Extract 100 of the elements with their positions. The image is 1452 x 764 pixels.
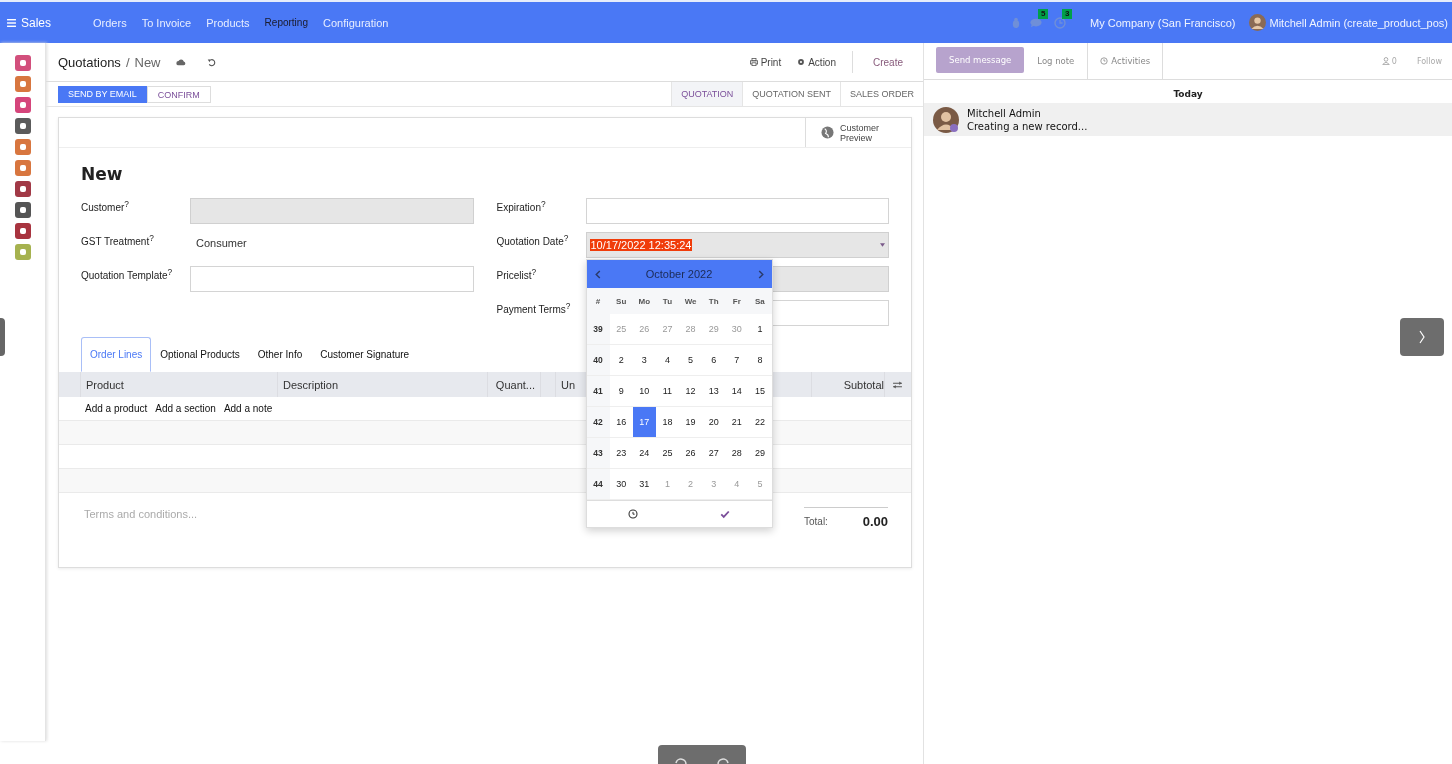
previous-month-icon[interactable] [594,269,601,279]
undo-icon[interactable] [206,57,216,67]
field-label: Quotation Date$^{?}$ [496,232,570,248]
notebook-tab[interactable]: Customer Signature [311,337,419,372]
calendar-day[interactable]: 24 [632,438,656,469]
status-stage[interactable]: QUOTATION [671,82,743,106]
column-header[interactable]: Subtotal [811,372,885,397]
calendar-day[interactable]: 1 [748,314,772,345]
calendar-day[interactable]: 14 [725,376,749,407]
status-stage[interactable]: SALES ORDER [839,82,923,106]
menu-icon[interactable] [7,18,16,27]
app-icon[interactable] [14,160,31,176]
calendar-day[interactable]: 11 [655,376,679,407]
clock-icon[interactable] [627,509,638,519]
add-line-link[interactable]: Add a note [223,403,273,414]
menu-item[interactable]: Products [206,16,250,29]
calendar-day[interactable]: 6 [702,345,726,376]
calendar-day[interactable]: 12 [679,376,703,407]
app-icon[interactable] [14,76,31,92]
total-amount: 0.00 [862,513,888,529]
app-icon[interactable] [14,55,31,71]
week-number: 44 [586,469,610,500]
calendar-day[interactable]: 18 [655,407,679,438]
next-month-icon[interactable] [757,269,764,279]
field-value: Consumer [195,236,247,249]
menu-item[interactable]: Orders [93,16,127,29]
column-header[interactable]: Description [278,372,488,397]
action-button[interactable]: Action [797,56,836,68]
calendar-day[interactable]: 28 [725,438,749,469]
calendar-day[interactable]: 5 [679,345,703,376]
add-line-link[interactable]: Add a section [155,403,216,414]
side-handle[interactable] [0,318,5,356]
calendar-day[interactable]: 3 [632,345,656,376]
week-number: 41 [586,376,610,407]
print-button[interactable]: Print [749,56,782,68]
status-stage[interactable]: QUOTATION SENT [742,82,840,106]
calendar-day[interactable]: 15 [748,376,772,407]
input-field[interactable] [190,266,474,292]
app-icon[interactable] [14,139,31,155]
calendar-day[interactable]: 23 [609,438,633,469]
calendar-day[interactable]: 25 [655,438,679,469]
cloud-icon[interactable] [175,58,186,66]
column-settings-icon[interactable] [893,380,902,389]
calendar-day[interactable]: 31 [632,469,656,500]
weekday-header: Th [702,288,726,314]
dropdown-caret-icon[interactable] [880,243,885,247]
app-icon[interactable] [14,181,31,197]
calendar-day[interactable]: 19 [679,407,703,438]
input-field[interactable] [585,198,889,224]
input-field[interactable] [190,198,474,224]
calendar-day[interactable]: 2 [609,345,633,376]
message-author: Mitchell Admin [967,107,1042,119]
menu-item[interactable]: Reporting [264,16,308,29]
weekday-header: Tu [655,288,679,314]
app-icon[interactable] [14,97,31,113]
add-line-link[interactable]: Add a product [85,403,148,414]
calendar-day[interactable]: 29 [748,438,772,469]
next-page-handle[interactable] [1400,318,1444,356]
chatter-tab[interactable]: Log note [1024,43,1088,79]
calendar-day[interactable]: 13 [702,376,726,407]
calendar-day[interactable]: 20 [702,407,726,438]
user-menu[interactable]: Mitchell Admin (create_product_pos) [1269,16,1448,29]
column-header[interactable]: Quant... [488,372,541,397]
globe-icon [821,126,834,139]
breadcrumb-link[interactable]: Quotations [58,54,121,70]
column-header[interactable]: Un [556,372,587,397]
calendar-day[interactable]: 4 [655,345,679,376]
date-field[interactable]: 10/17/2022 12:35:24 [585,232,889,258]
calendar-day[interactable]: 26 [679,438,703,469]
calendar-day[interactable]: 17 [632,407,656,438]
customer-preview-button[interactable]: Customer Preview [805,118,911,147]
calendar-day[interactable]: 30 [609,469,633,500]
calendar-day[interactable]: 22 [748,407,772,438]
week-header: # [586,288,610,314]
menu-item[interactable]: Configuration [322,16,389,29]
app-icon[interactable] [14,223,31,239]
menu-item[interactable]: To Invoice [141,16,192,29]
date-separator: Today [1173,89,1203,99]
field-label: Customer$^{?}$ [81,198,130,214]
calendar-day[interactable]: 8 [748,345,772,376]
checkmark-icon[interactable] [720,509,731,519]
confirm-button[interactable]: CONFIRM [146,85,211,103]
company-switcher[interactable]: My Company (San Francisco) [1089,16,1236,29]
user-avatar-icon[interactable] [1249,14,1267,31]
app-menu-button[interactable]: Sales [7,15,52,30]
create-button[interactable]: Create [873,56,903,68]
app-icon[interactable] [14,202,31,218]
notebook-tab[interactable]: Optional Products [151,337,249,372]
calendar-day[interactable]: 9 [609,376,633,407]
calendar-day[interactable]: 16 [609,407,633,438]
calendar-day[interactable]: 21 [725,407,749,438]
month-title[interactable]: October 2022 [645,268,713,280]
notebook-tab[interactable]: Other Info [248,337,312,372]
notebook-tab[interactable]: Order Lines [81,337,152,372]
send-email-button[interactable]: SEND BY EMAIL [58,85,147,103]
chatter-tab[interactable]: Activities [1087,43,1164,79]
column-header[interactable]: Product [81,372,278,397]
calendar-day[interactable]: 27 [702,438,726,469]
calendar-day[interactable]: 7 [725,345,749,376]
app-icon[interactable] [14,118,31,134]
